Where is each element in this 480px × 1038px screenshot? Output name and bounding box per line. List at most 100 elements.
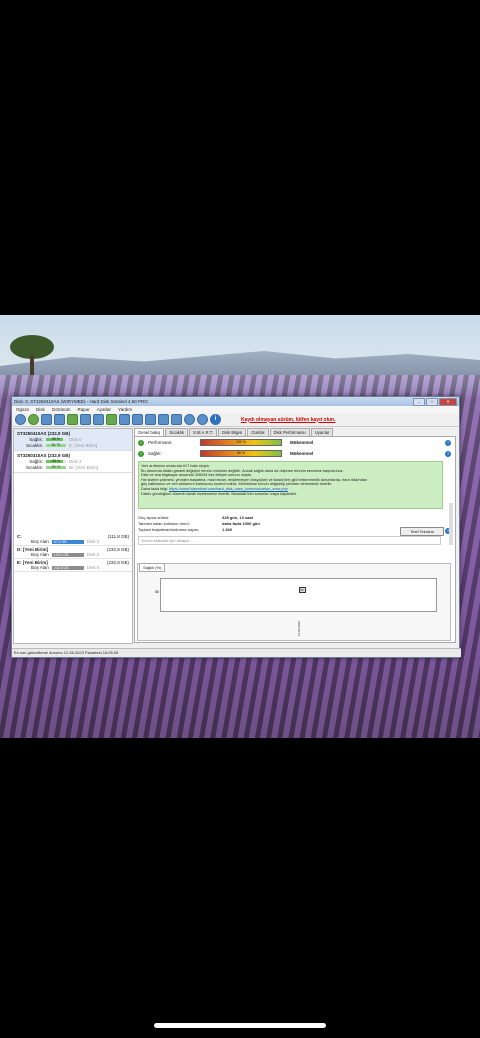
disk-name: ST3250310AS: [17, 453, 47, 458]
menu-bar: Ogsze Disk Görünüm Rapor Ayarlar Yardım: [12, 406, 459, 413]
network-icon[interactable]: [184, 414, 195, 425]
temperature-label: Sıcaklık:: [25, 465, 43, 470]
menu-item-disk[interactable]: Disk: [36, 407, 45, 412]
disk-entry[interactable]: ST3250410AS (232,9 GB) Sağlık: 86 % Disk 0…: [14, 429, 132, 451]
home-indicator[interactable]: [154, 1023, 326, 1028]
disk-list-spacer: [14, 473, 132, 533]
health-label: Sağlık:: [29, 459, 43, 464]
tab-overview[interactable]: Genel bakış: [134, 428, 165, 436]
register-link[interactable]: Kaydı olmayan sürüm, lütfen kayıt olun.: [241, 417, 335, 423]
health-row: ✓ Sağlık: 86 % Mükemmel ?: [135, 448, 455, 459]
volume-ref: E: [Yeni Birim]: [69, 443, 98, 448]
health-bar: 86 %: [200, 450, 282, 457]
tab-performance[interactable]: Disk Performansı: [269, 428, 310, 436]
title-bar[interactable]: Disk: 0, ST3250410AS (WIRYMBD) - Hard Di…: [12, 397, 459, 406]
performance-label: Performans:: [148, 440, 173, 445]
minimize-button[interactable]: –: [413, 397, 425, 406]
menu-item-report[interactable]: Rapor: [78, 407, 90, 412]
stat-value: daha fazla 1000 gün: [222, 521, 260, 526]
overview-panel: ✓ Performans: 100 % Mükemmel ? ✓ Sağlık:…: [134, 436, 456, 643]
refresh-icon[interactable]: [15, 414, 26, 425]
disk-icon[interactable]: [41, 414, 52, 425]
tools-icon[interactable]: [119, 414, 130, 425]
check-icon: ✓: [138, 439, 144, 446]
info-icon[interactable]: i: [210, 414, 221, 425]
health-label: Sağlık:: [29, 437, 43, 442]
free-space-bar: 120,0 GB: [51, 552, 84, 557]
free-space-bar: 67,4 GB: [51, 539, 84, 544]
partition-size: (232,9 GB): [106, 560, 129, 565]
disk-list-panel: ST3250410AS (232,9 GB) Sağlık: 86 % Disk 0…: [13, 428, 133, 644]
temperature-label: Sıcaklık:: [25, 443, 43, 448]
performance-row: ✓ Performans: 100 % Mükemmel ?: [135, 437, 455, 448]
help-icon[interactable]: ?: [445, 439, 451, 446]
tab-log[interactable]: Günlük: [247, 428, 269, 436]
menu-item-view[interactable]: Görünüm: [52, 407, 71, 412]
save-icon[interactable]: [132, 414, 143, 425]
info-link[interactable]: https://www.hdsentinel.com/hard_disk_cas…: [169, 487, 288, 491]
partition-size: (111,8 GB): [107, 534, 129, 539]
health-bar: 86 %: [46, 437, 66, 441]
chart-point: 86: [298, 587, 306, 593]
temperature-bar: 24 °C: [46, 443, 66, 447]
disk-ref: Disk 2: [69, 459, 82, 464]
x-tick-label: 12.06.2023: [297, 620, 301, 636]
disk-size: (232,9 GB): [47, 453, 71, 458]
repeat-test-button[interactable]: Testi Tekrarla: [400, 527, 444, 536]
menu-item-settings[interactable]: Ayarlar: [97, 407, 111, 412]
maximize-button[interactable]: □: [426, 397, 438, 406]
stat-label: Toplam başlatma/durdurma sayısı:: [138, 527, 200, 532]
partition-entry[interactable]: D: [Yeni Birim] (232,9 GB) Boş Alan 120,0 …: [14, 546, 132, 559]
details-panel: Genel bakış Sıcaklık S.M.A.R.T. Disk Bil…: [134, 428, 456, 643]
sound-icon[interactable]: [158, 414, 169, 425]
chart-tab[interactable]: Sağlık (%): [139, 563, 166, 572]
partition-disk-ref: Disk 2: [86, 539, 100, 544]
help-icon[interactable]: ?: [445, 450, 451, 457]
disk-entry[interactable]: ST3250310AS (232,9 GB) Sağlık: 85 % Disk 2…: [14, 451, 132, 473]
settings-icon[interactable]: [171, 414, 182, 425]
alert-icon[interactable]: [80, 414, 91, 425]
send-icon[interactable]: [106, 414, 117, 425]
tab-temperature[interactable]: Sıcaklık: [165, 428, 189, 436]
test-icon[interactable]: [67, 414, 78, 425]
stat-value: 328 gün, 13 saat: [222, 515, 253, 520]
health-result: Mükemmel: [290, 451, 314, 456]
help-icon[interactable]: [197, 414, 208, 425]
comment-input[interactable]: Yorum eklemek için tıklayın ...: [138, 536, 441, 545]
message-line: Daha fazla bilgi:: [141, 486, 169, 491]
health-bar: 85 %: [46, 459, 66, 463]
report-icon[interactable]: [54, 414, 65, 425]
volume-ref: Bi: [Yeni Birim]: [69, 465, 99, 470]
check-icon: ✓: [138, 450, 144, 457]
app-window: Disk: 0, ST3250410AS (WIRYMBD) - Hard Di…: [11, 396, 461, 658]
window-title: Disk: 0, ST3250410AS (WIRYMBD) - Hard Di…: [14, 399, 148, 404]
toolbar: i Kaydı olmayan sürüm, lütfen kayıt olun…: [12, 413, 459, 427]
stat-label: Güç açma süresi:: [138, 515, 170, 520]
partition-entry[interactable]: C: (111,8 GB) Boş Alan 67,4 GB Disk 2: [14, 533, 132, 546]
tab-disk-info[interactable]: Disk Bilgisi: [218, 428, 247, 436]
temperature-bar: 23 °C: [46, 465, 66, 469]
configure-icon[interactable]: [93, 414, 104, 425]
message-scrollbar[interactable]: [449, 503, 453, 545]
tab-bar: Genel bakış Sıcaklık S.M.A.R.T. Disk Bil…: [134, 428, 456, 436]
status-message: Yeni arıtlamını sırasında #17 hata oluşt…: [138, 461, 443, 509]
close-button[interactable]: ✕: [439, 397, 457, 406]
free-space-label: Boş Alan: [31, 539, 49, 544]
performance-result: Mükemmel: [290, 440, 314, 445]
disk-name: ST3250410AS: [17, 431, 47, 436]
menu-item-help[interactable]: Yardım: [118, 407, 132, 412]
refresh-all-icon[interactable]: [28, 414, 39, 425]
partition-entry[interactable]: E: [Yeni Birim] (232,9 GB) Boş Alan 232,8 …: [14, 559, 132, 572]
y-tick-label: 86: [155, 590, 159, 594]
free-space-label: Boş Alan: [31, 552, 49, 557]
menu-item-file[interactable]: Ogsze: [16, 407, 29, 412]
mountains: [0, 351, 480, 375]
partition-drive: C:: [17, 534, 22, 539]
partition-size: (232,9 GB): [106, 547, 129, 552]
tab-smart[interactable]: S.M.A.R.T.: [189, 428, 218, 436]
export-icon[interactable]: [145, 414, 156, 425]
tab-alerts[interactable]: Uyarılar: [310, 428, 334, 436]
tree-trunk: [30, 355, 34, 375]
health-label: Sağlık:: [148, 451, 162, 456]
disk-ref: Disk 0: [69, 437, 82, 442]
